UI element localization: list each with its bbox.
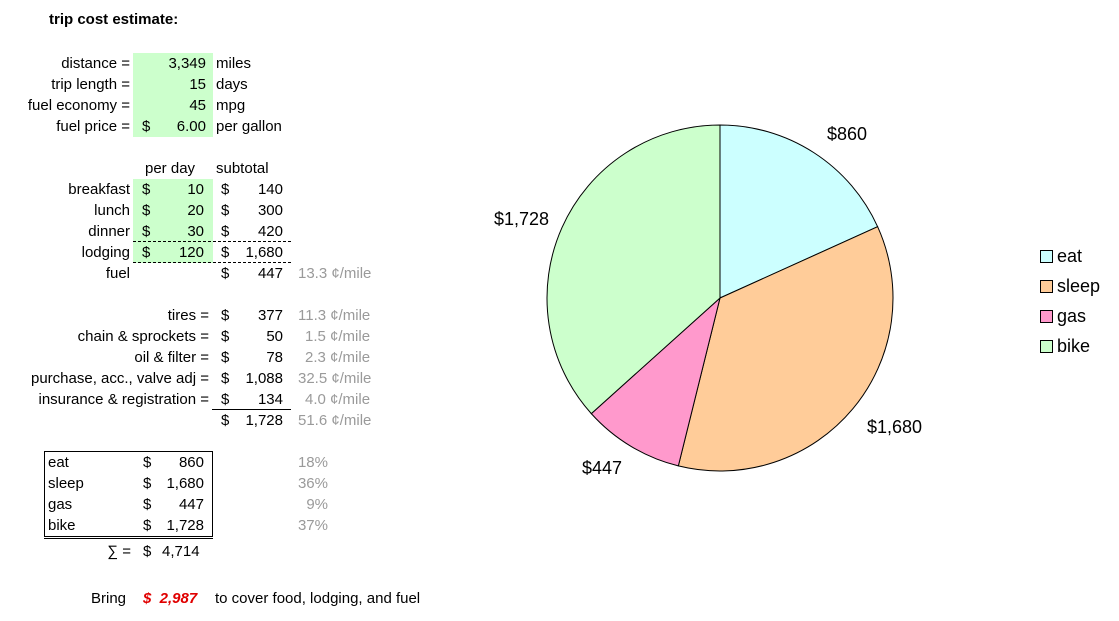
legend-swatch-eat (1040, 250, 1053, 263)
legend-swatch-sleep (1040, 280, 1053, 293)
pie-label-sleep: $1,680 (867, 417, 923, 437)
pie-label-bike: $1,728 (494, 209, 550, 229)
legend-swatch-bike (1040, 340, 1053, 353)
legend-label-gas: gas (1057, 306, 1087, 326)
pie-label-gas: $447 (582, 458, 623, 478)
pie-chart (546, 124, 894, 472)
legend-swatch-gas (1040, 310, 1053, 323)
legend-label-eat: eat (1057, 246, 1083, 266)
pie-label-eat: $860 (827, 124, 868, 144)
legend-label-sleep: sleep (1057, 276, 1101, 296)
legend-label-bike: bike (1057, 336, 1091, 356)
